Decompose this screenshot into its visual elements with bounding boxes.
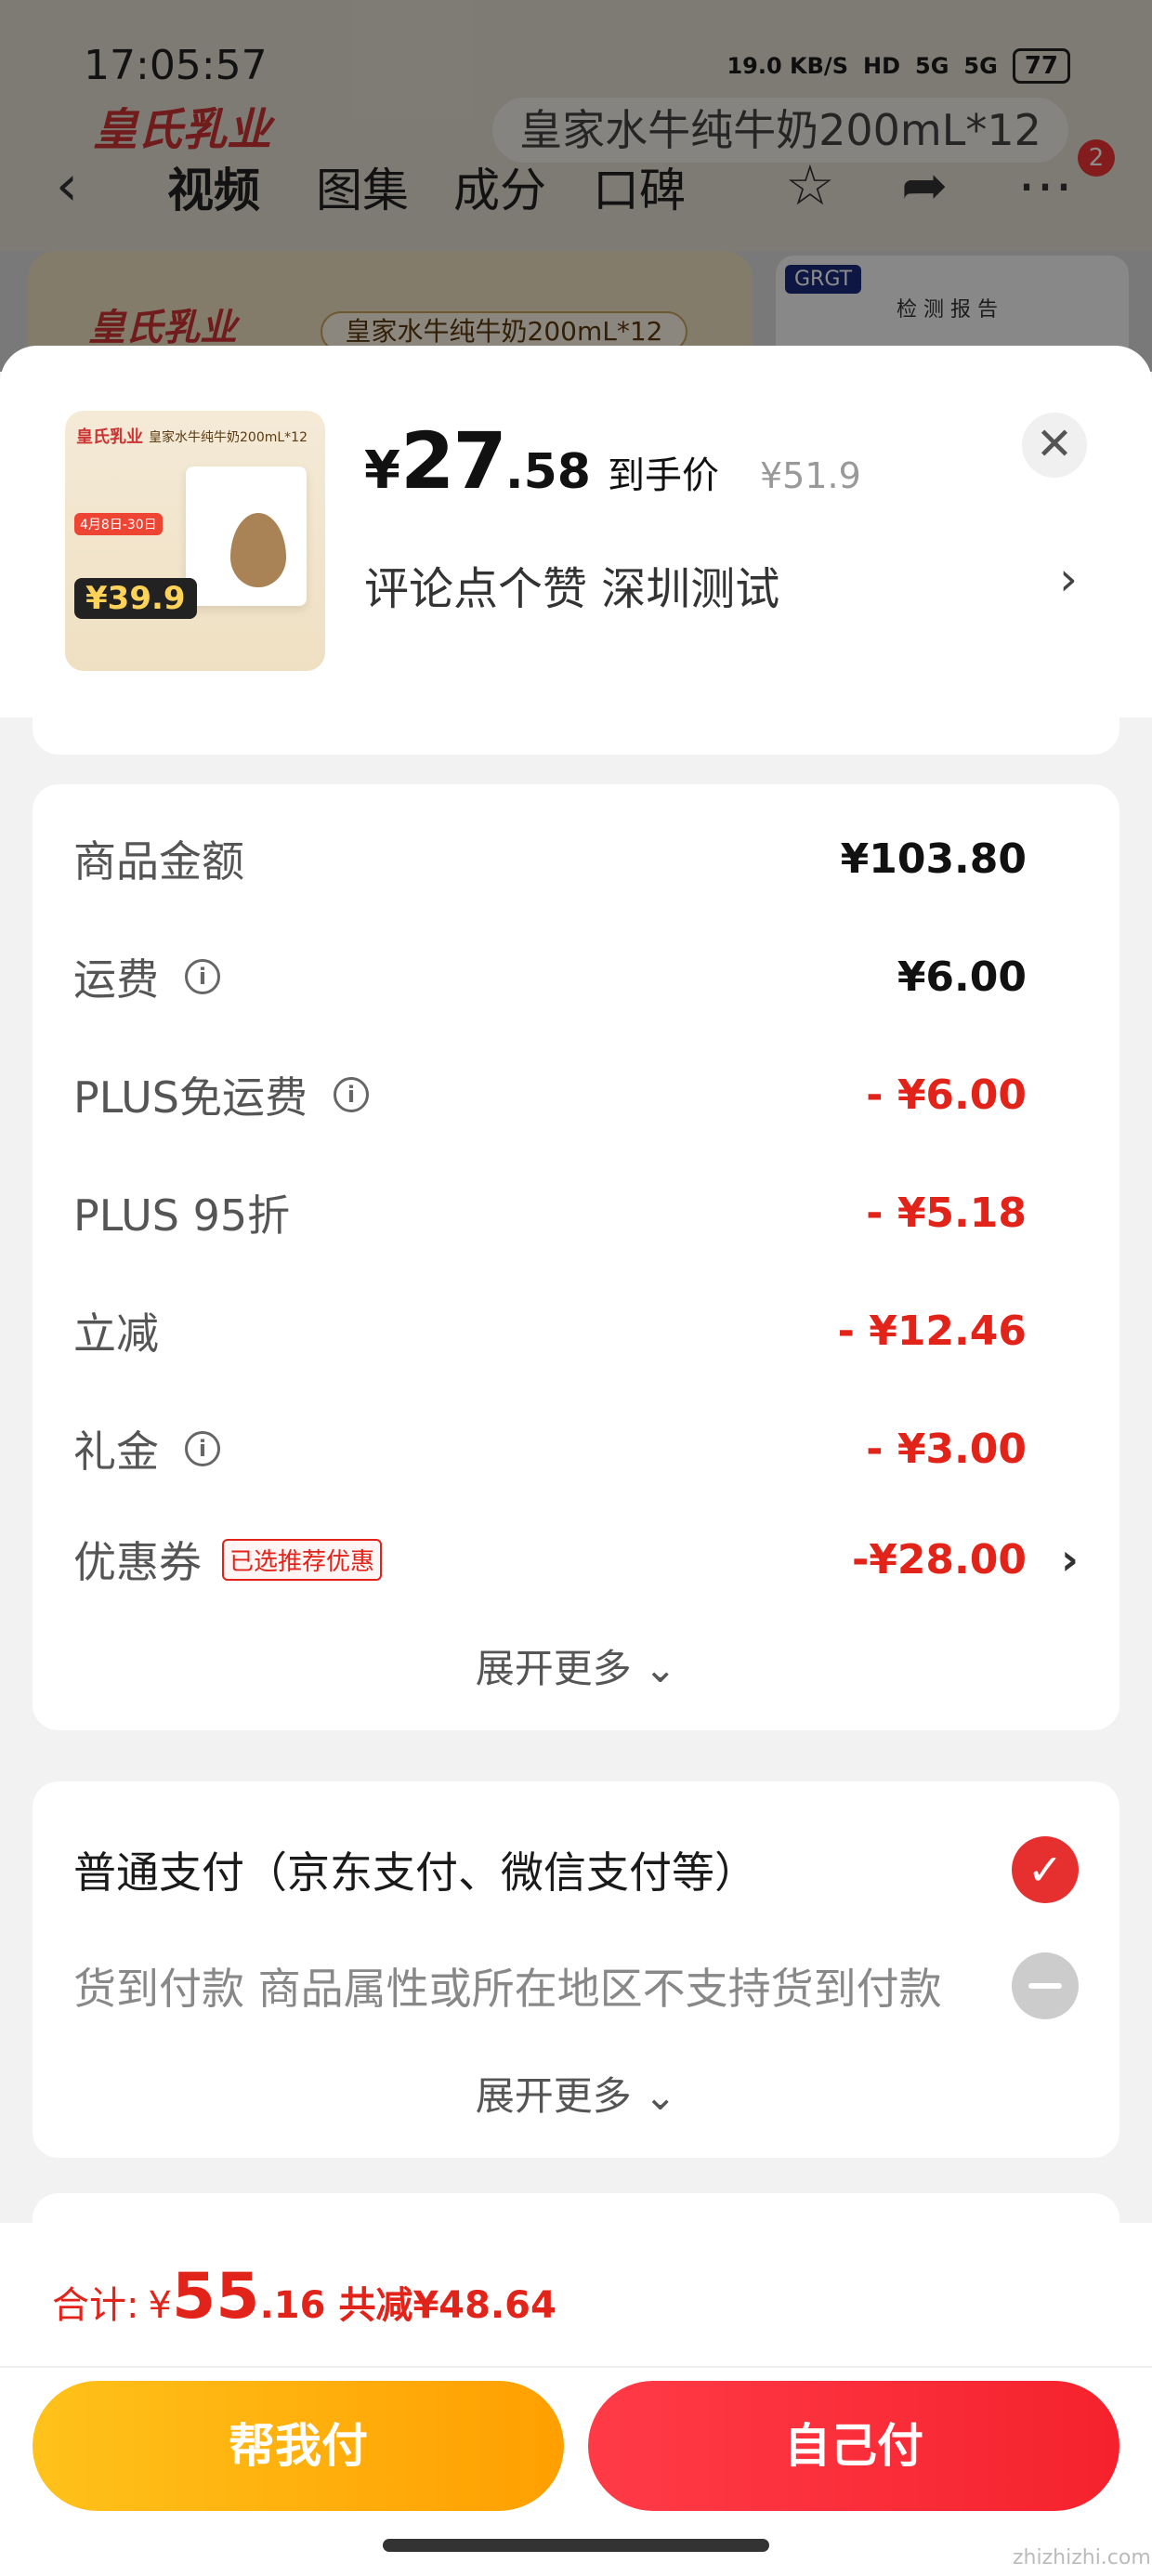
product-thumbnail: 皇氏乳业 皇家水牛纯牛奶200mL*12 4月8日-30日 ¥39.9	[65, 411, 325, 671]
summary-value: - ¥12.46	[837, 1307, 1027, 1355]
expand-more-button[interactable]: 展开更多 ⌄	[33, 2065, 1119, 2122]
summary-row-plus-discount: PLUS 95折 - ¥5.18	[73, 1176, 1079, 1250]
self-pay-button[interactable]: 自己付	[588, 2381, 1119, 2511]
payment-card: 普通支付（京东支付、微信支付等） ✓ 货到付款 商品属性或所在地区不支持货到付款…	[33, 1781, 1119, 2158]
summary-label: 立减	[73, 1308, 159, 1359]
chevron-right-icon[interactable]: ›	[1061, 1534, 1079, 1584]
price-summary-card-lower: 立减 - ¥12.46 礼金 i - ¥3.00 优惠券 已选推荐优惠 -¥28.0…	[33, 1275, 1119, 1730]
close-icon[interactable]: ✕	[1022, 413, 1087, 478]
summary-label: 礼金	[73, 1426, 159, 1477]
payment-label: 普通支付（京东支付、微信支付等）	[73, 1847, 757, 1898]
final-price: ¥ 27 .58 到手价 ¥51.9	[364, 415, 861, 506]
help-pay-button[interactable]: 帮我付	[33, 2381, 564, 2511]
total-reduction: 共减¥48.64	[338, 2284, 556, 2327]
summary-row-instant-discount: 立减 - ¥12.46	[73, 1294, 1079, 1368]
summary-label: 运费	[73, 954, 159, 1005]
price-label: 到手价	[608, 454, 719, 497]
total-symbol: ¥	[148, 2284, 172, 2327]
expand-more-button[interactable]: 展开更多 ⌄	[33, 1637, 1119, 1694]
summary-label: 商品金额	[73, 836, 244, 887]
summary-label: PLUS免运费	[73, 1072, 308, 1123]
product-header: 皇氏乳业 皇家水牛纯牛奶200mL*12 4月8日-30日 ¥39.9 ¥ 27…	[0, 346, 1152, 717]
summary-value: - ¥6.00	[866, 1071, 1027, 1119]
summary-row-plus-shipping: PLUS免运费 i - ¥6.00	[73, 1058, 1079, 1132]
thumb-title: 皇家水牛纯牛奶200mL*12	[149, 430, 308, 445]
thumb-price: ¥39.9	[74, 578, 197, 619]
price-symbol: ¥	[364, 440, 400, 501]
background-page: 皇氏乳业 17:05:57 19.0 KB/S HD 5G 5G 77 皇家水牛…	[0, 0, 1152, 395]
check-icon[interactable]: ✓	[1012, 1836, 1079, 1903]
summary-row-coupon[interactable]: 优惠券 已选推荐优惠 -¥28.00 ›	[73, 1522, 1079, 1597]
summary-value: - ¥3.00	[866, 1425, 1027, 1473]
bottom-bar: 合计: ¥ 55 .16 共减¥48.64 帮我付 自己付 zhizhizhi.…	[0, 2223, 1152, 2576]
total-integer: 55	[171, 2260, 260, 2333]
price-summary-card: 商品金额 ¥103.80 运费 i ¥6.00 PLUS免运费 i - ¥6.00 …	[33, 784, 1119, 1331]
total-decimal: .16	[259, 2284, 326, 2327]
payment-option-cod: 货到付款 商品属性或所在地区不支持货到付款	[73, 1944, 1079, 2028]
disabled-icon	[1012, 1952, 1079, 2019]
summary-label: PLUS 95折	[73, 1190, 291, 1241]
product-spec[interactable]: 评论点个赞 深圳测试	[364, 552, 779, 617]
original-price: ¥51.9	[760, 455, 861, 496]
divider	[0, 2366, 1152, 2368]
summary-value: ¥103.80	[840, 835, 1027, 883]
info-icon[interactable]: i	[185, 959, 220, 994]
summary-row-goods: 商品金额 ¥103.80	[73, 821, 1079, 896]
total-summary: 合计: ¥ 55 .16 共减¥48.64	[52, 2260, 556, 2333]
price-decimal: .58	[504, 444, 591, 500]
price-integer: 27	[399, 415, 507, 506]
home-indicator[interactable]	[383, 2539, 769, 2552]
summary-value: -¥28.00	[851, 1535, 1027, 1584]
thumb-brand: 皇氏乳业	[76, 427, 143, 447]
thumb-date: 4月8日-30日	[74, 513, 163, 535]
summary-row-shipping: 运费 i ¥6.00	[73, 940, 1079, 1014]
coupon-tag: 已选推荐优惠	[222, 1538, 383, 1581]
info-icon[interactable]: i	[185, 1431, 220, 1466]
summary-row-gift: 礼金 i - ¥3.00	[73, 1412, 1079, 1486]
summary-value: - ¥5.18	[866, 1189, 1027, 1237]
chevron-right-icon[interactable]: ›	[1059, 552, 1078, 606]
summary-label: 优惠券	[73, 1537, 202, 1587]
watermark: zhizhizhi.com	[1013, 2546, 1151, 2569]
collapsed-card	[33, 713, 1119, 755]
payment-label: 货到付款 商品属性或所在地区不支持货到付款	[73, 1964, 942, 2014]
info-icon[interactable]: i	[333, 1077, 369, 1112]
payment-option-normal[interactable]: 普通支付（京东支付、微信支付等） ✓	[73, 1828, 1079, 1912]
total-label: 合计:	[52, 2284, 139, 2327]
summary-value: ¥6.00	[897, 953, 1027, 1001]
overlay-dim[interactable]	[0, 0, 1152, 372]
